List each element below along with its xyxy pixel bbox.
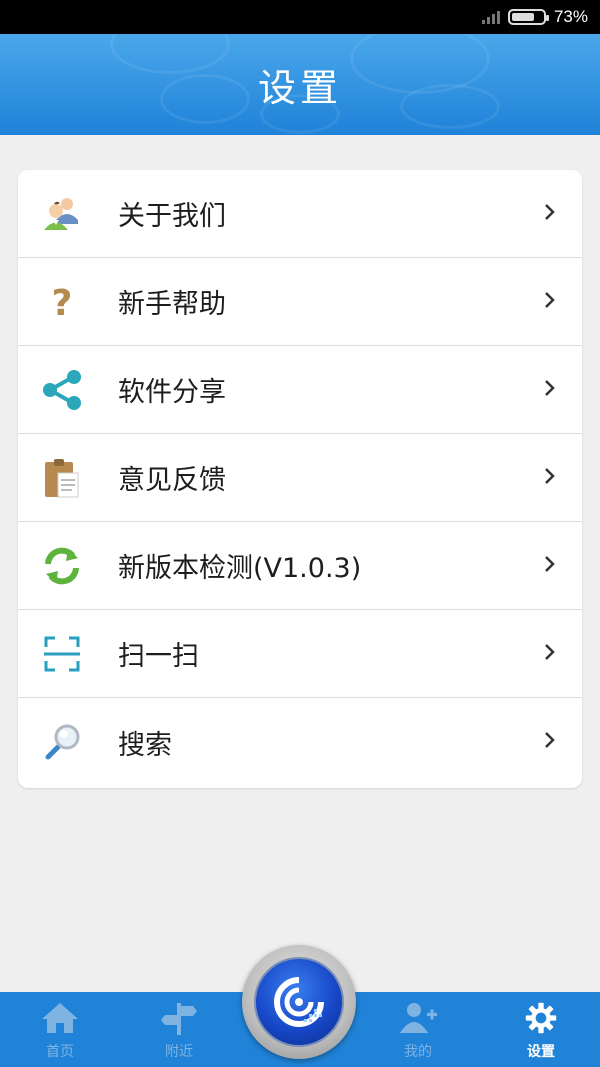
menu-item-label: 新版本检测(V1.0.3)	[118, 553, 362, 584]
question-mark-icon: ?	[40, 280, 84, 324]
signal-icon	[481, 10, 500, 24]
nav-item-mine[interactable]: 我的	[373, 992, 463, 1067]
app-logo-icon	[254, 957, 344, 1047]
chevron-right-icon	[544, 731, 556, 753]
chevron-right-icon	[544, 555, 556, 577]
signpost-icon	[159, 1001, 199, 1039]
menu-item-label: 关于我们	[118, 201, 226, 232]
refresh-icon	[40, 544, 84, 588]
about-us-icon	[40, 192, 84, 236]
scan-icon	[40, 632, 84, 676]
menu-item-about-us[interactable]: 关于我们	[18, 170, 582, 258]
chevron-right-icon	[544, 203, 556, 225]
nav-item-settings[interactable]: 设置	[496, 992, 586, 1067]
menu-item-search[interactable]: 搜索	[18, 698, 582, 786]
nav-label: 首页	[46, 1044, 74, 1060]
center-home-button[interactable]	[242, 945, 356, 1059]
chevron-right-icon	[544, 291, 556, 313]
nav-item-home[interactable]: 首页	[15, 992, 105, 1067]
clipboard-icon	[40, 456, 84, 500]
add-user-icon	[398, 1001, 438, 1039]
menu-item-label: 意见反馈	[118, 465, 226, 496]
status-bar: 73%	[0, 0, 600, 34]
battery-icon	[507, 9, 549, 25]
battery-percentage: 73%	[553, 7, 588, 26]
nav-label: 我的	[404, 1044, 432, 1060]
menu-item-label: 软件分享	[118, 377, 226, 408]
header: 设置	[0, 34, 600, 135]
page-title: 设置	[257, 66, 342, 110]
settings-menu: 关于我们 ? 新手帮助 软件分享 意见反馈 新版本检测(V1.0.3) 扫一扫 …	[18, 170, 582, 788]
chevron-right-icon	[544, 379, 556, 401]
home-icon	[40, 1001, 80, 1039]
chevron-right-icon	[544, 467, 556, 489]
menu-item-share[interactable]: 软件分享	[18, 346, 582, 434]
nav-item-nearby[interactable]: 附近	[134, 992, 224, 1067]
svg-text:?: ?	[52, 283, 73, 322]
chevron-right-icon	[544, 643, 556, 665]
menu-item-label: 新手帮助	[118, 289, 226, 320]
menu-item-label: 扫一扫	[118, 641, 199, 672]
gear-icon	[522, 1001, 560, 1039]
menu-item-help[interactable]: ? 新手帮助	[18, 258, 582, 346]
share-icon	[40, 368, 84, 412]
nav-label: 设置	[527, 1044, 555, 1060]
menu-item-feedback[interactable]: 意见反馈	[18, 434, 582, 522]
menu-item-version-check[interactable]: 新版本检测(V1.0.3)	[18, 522, 582, 610]
magnifier-icon	[40, 720, 84, 764]
menu-item-scan[interactable]: 扫一扫	[18, 610, 582, 698]
nav-label: 附近	[165, 1044, 193, 1060]
menu-item-label: 搜索	[118, 729, 172, 761]
